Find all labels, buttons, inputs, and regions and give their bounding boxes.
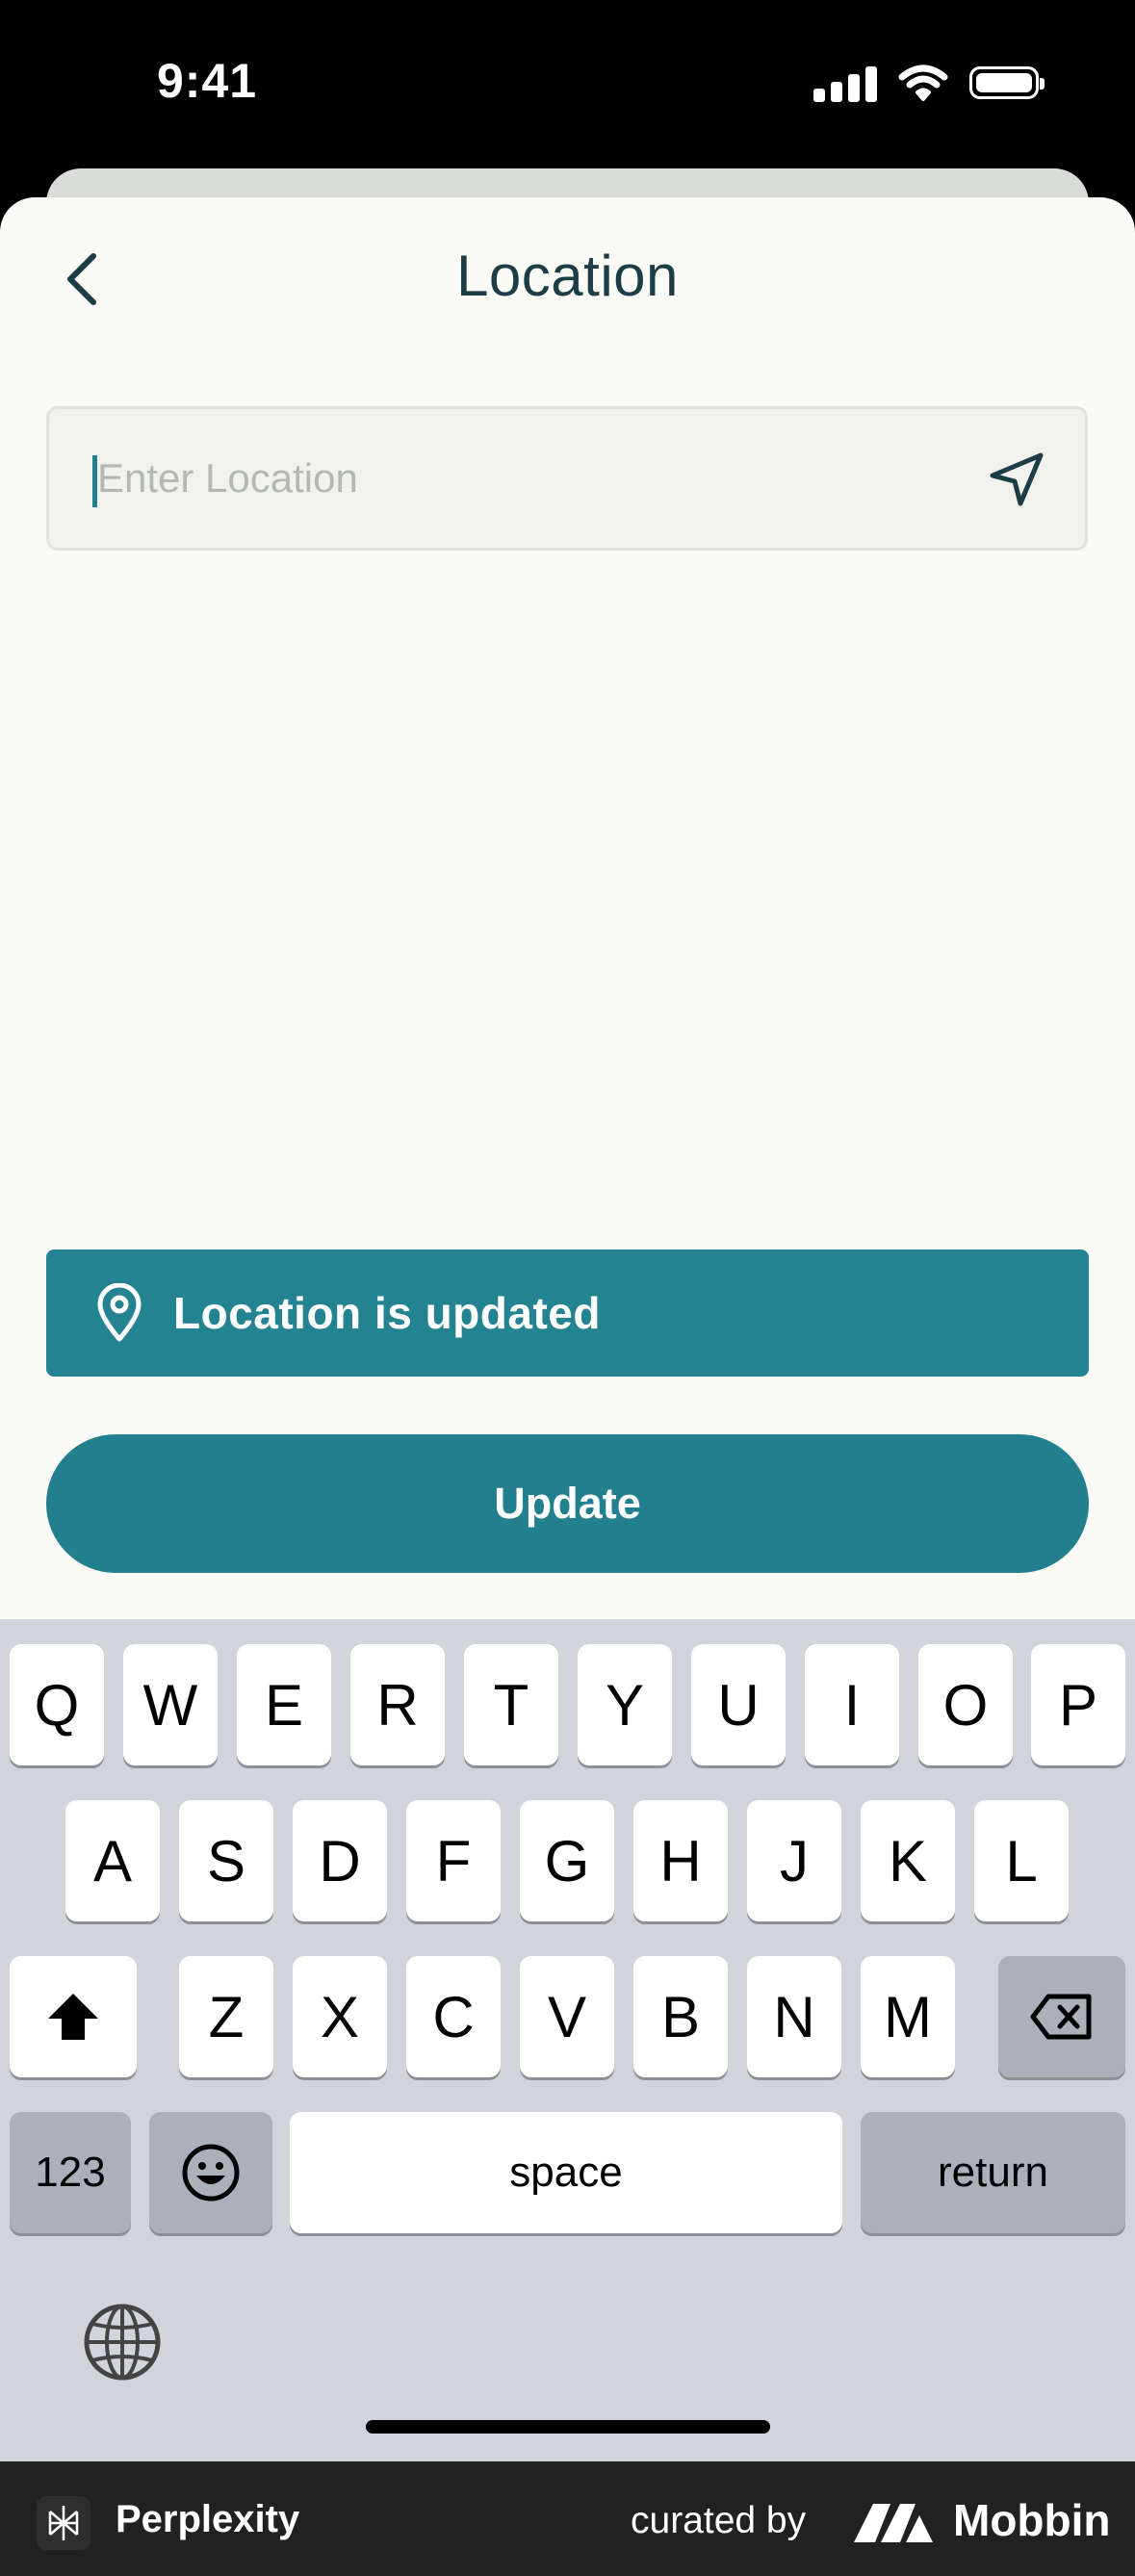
status-icons (813, 64, 1045, 102)
cellular-signal-icon (813, 64, 877, 102)
page-title: Location (456, 244, 679, 308)
navigation-arrow-icon[interactable] (987, 450, 1046, 509)
key-k[interactable]: K (861, 1800, 955, 1921)
key-w[interactable]: W (123, 1644, 218, 1765)
key-c[interactable]: C (406, 1956, 501, 2077)
key-i[interactable]: I (805, 1644, 899, 1765)
key-g[interactable]: G (520, 1800, 614, 1921)
emoji-key[interactable] (149, 2112, 272, 2233)
shift-icon (48, 1994, 98, 2040)
key-y[interactable]: Y (578, 1644, 672, 1765)
location-search-field[interactable] (46, 406, 1088, 551)
globe-icon[interactable] (83, 2303, 162, 2382)
brand-name: Mobbin (953, 2495, 1111, 2545)
shift-key[interactable] (10, 1956, 137, 2077)
key-h[interactable]: H (633, 1800, 728, 1921)
key-p[interactable]: P (1031, 1644, 1125, 1765)
return-key[interactable]: return (861, 2112, 1125, 2233)
wifi-icon (898, 64, 948, 101)
app-name: Perplexity (116, 2498, 300, 2540)
numbers-key[interactable]: 123 (10, 2112, 131, 2233)
key-b[interactable]: B (633, 1956, 728, 2077)
key-o[interactable]: O (918, 1644, 1013, 1765)
key-t[interactable]: T (464, 1644, 558, 1765)
status-time: 9:41 (157, 54, 258, 108)
curated-by-label: curated by (631, 2500, 807, 2541)
delete-key[interactable] (998, 1956, 1125, 2077)
location-updated-toast: Location is updated (46, 1249, 1089, 1377)
space-key[interactable]: space (290, 2112, 842, 2233)
delete-icon (1030, 1994, 1092, 2040)
key-j[interactable]: J (747, 1800, 841, 1921)
mobbin-logo-icon (854, 2504, 933, 2542)
perplexity-logo-icon (37, 2496, 90, 2550)
key-q[interactable]: Q (10, 1644, 104, 1765)
key-d[interactable]: D (293, 1800, 387, 1921)
key-s[interactable]: S (179, 1800, 273, 1921)
location-input[interactable] (97, 409, 964, 548)
keyboard: Q W E R T Y U I O P A S D F G H J K L Z … (0, 1619, 1135, 2461)
key-v[interactable]: V (520, 1956, 614, 2077)
key-z[interactable]: Z (179, 1956, 273, 2077)
key-f[interactable]: F (406, 1800, 501, 1921)
status-bar: 9:41 (0, 0, 1135, 173)
battery-icon (969, 66, 1045, 99)
toast-message: Location is updated (173, 1288, 601, 1338)
key-r[interactable]: R (350, 1644, 445, 1765)
attribution-footer: Perplexity curated by Mobbin (0, 2461, 1135, 2576)
home-indicator (366, 2420, 770, 2434)
key-e[interactable]: E (237, 1644, 331, 1765)
key-x[interactable]: X (293, 1956, 387, 2077)
key-a[interactable]: A (65, 1800, 160, 1921)
map-pin-icon (97, 1283, 142, 1342)
emoji-icon (182, 2144, 240, 2202)
update-button[interactable]: Update (46, 1434, 1089, 1573)
key-n[interactable]: N (747, 1956, 841, 2077)
key-l[interactable]: L (974, 1800, 1069, 1921)
key-u[interactable]: U (691, 1644, 786, 1765)
key-m[interactable]: M (861, 1956, 955, 2077)
